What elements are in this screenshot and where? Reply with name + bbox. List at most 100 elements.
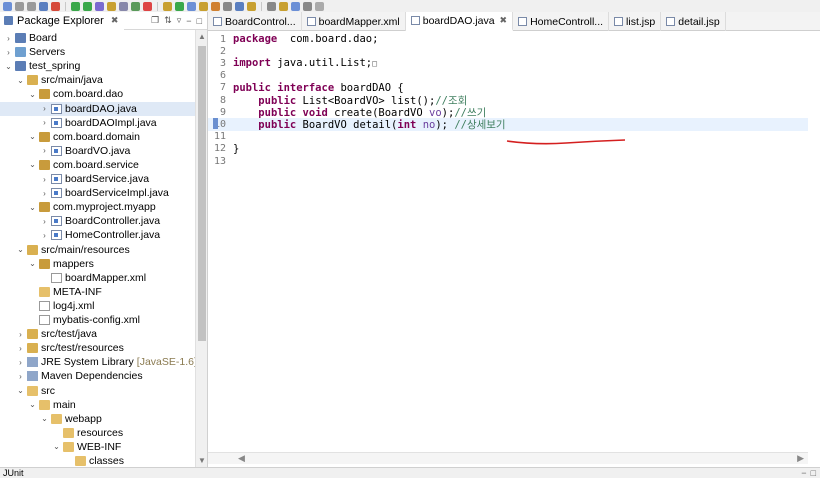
tree-item[interactable]: › Maven Dependencies	[0, 369, 195, 383]
tree-item[interactable]: › Board	[0, 31, 195, 45]
expand-chevron-icon[interactable]: ⌄	[28, 203, 37, 212]
toolbar-tool-icon[interactable]	[39, 1, 48, 11]
tree-item[interactable]: ⌄ src/main/java	[0, 73, 195, 87]
link-editor-icon[interactable]: ⇅	[164, 15, 172, 26]
toolbar-tool-icon[interactable]	[3, 1, 12, 11]
scrollbar-thumb[interactable]	[198, 46, 206, 341]
toolbar-tool-icon[interactable]	[131, 1, 140, 11]
toolbar-tool-icon[interactable]	[223, 1, 232, 11]
scroll-right-icon[interactable]: ▶	[797, 453, 804, 464]
tree-item[interactable]: › BoardVO.java	[0, 144, 195, 158]
toolbar-tool-icon[interactable]	[83, 1, 92, 11]
collapse-chevron-icon[interactable]: ›	[40, 217, 49, 226]
expand-chevron-icon[interactable]: ⌄	[40, 414, 49, 423]
collapse-chevron-icon[interactable]: ›	[16, 372, 25, 381]
tree-item[interactable]: › JRE System Library [JavaSE-1.6]	[0, 355, 195, 369]
editor-tab[interactable]: detail.jsp	[661, 12, 726, 31]
tree-item[interactable]: › boardDAOImpl.java	[0, 116, 195, 130]
minimize-icon[interactable]: −	[186, 16, 191, 26]
junit-tab[interactable]: JUnit	[3, 468, 24, 478]
expand-chevron-icon[interactable]: ⌄	[4, 62, 13, 71]
scroll-left-icon[interactable]: ◀	[238, 453, 245, 464]
tree-item[interactable]: › src/test/java	[0, 327, 195, 341]
tree-item[interactable]: META-INF	[0, 285, 195, 299]
tree-item[interactable]: log4j.xml	[0, 299, 195, 313]
expand-chevron-icon[interactable]: ⌄	[16, 76, 25, 85]
collapse-chevron-icon[interactable]: ›	[40, 146, 49, 155]
tree-item[interactable]: › src/test/resources	[0, 341, 195, 355]
collapse-chevron-icon[interactable]: ›	[16, 344, 25, 353]
close-icon[interactable]: ✖	[111, 15, 119, 26]
toolbar-tool-icon[interactable]	[315, 1, 324, 11]
collapse-chevron-icon[interactable]: ›	[40, 231, 49, 240]
editor-tab[interactable]: HomeControll...	[513, 12, 610, 31]
expand-chevron-icon[interactable]: ⌄	[28, 132, 37, 141]
toolbar-tool-icon[interactable]	[211, 1, 220, 11]
expand-chevron-icon[interactable]: ⌄	[28, 90, 37, 99]
toolbar-tool-icon[interactable]	[247, 1, 256, 11]
toolbar-tool-icon[interactable]	[27, 1, 36, 11]
tree-item[interactable]: › boardService.java	[0, 172, 195, 186]
collapse-chevron-icon[interactable]: ›	[4, 34, 13, 43]
editor-tab[interactable]: list.jsp	[609, 12, 662, 31]
editor-tab[interactable]: BoardControl...	[208, 12, 302, 31]
tree-item[interactable]: ⌄ main	[0, 398, 195, 412]
tree-item[interactable]: resources	[0, 426, 195, 440]
expand-chevron-icon[interactable]: ⌄	[28, 259, 37, 268]
tree-item[interactable]: ⌄ mappers	[0, 257, 195, 271]
expand-chevron-icon[interactable]: ⌄	[28, 160, 37, 169]
explorer-vertical-scrollbar[interactable]: ▲ ▼	[195, 30, 207, 467]
toolbar-tool-icon[interactable]	[107, 1, 116, 11]
toolbar-tool-icon[interactable]	[199, 1, 208, 11]
tree-item[interactable]: boardMapper.xml	[0, 271, 195, 285]
scroll-up-icon[interactable]: ▲	[196, 32, 208, 41]
tree-item[interactable]: › HomeController.java	[0, 228, 195, 242]
tree-item[interactable]: › Servers	[0, 45, 195, 59]
code-area[interactable]: 1 package com.board.dao; 2 3 import java.uti…	[208, 31, 808, 456]
maximize-icon[interactable]: □	[197, 16, 202, 26]
code-line[interactable]: 2	[208, 45, 808, 57]
expand-chevron-icon[interactable]: ⌄	[28, 400, 37, 409]
tree-item[interactable]: ⌄ webapp	[0, 412, 195, 426]
editor-tab[interactable]: boardMapper.xml	[302, 12, 406, 31]
tree-item[interactable]: ⌄ test_spring	[0, 59, 195, 73]
collapse-all-icon[interactable]: ❐	[151, 15, 159, 26]
toolbar-tool-icon[interactable]	[95, 1, 104, 11]
toolbar-tool-icon[interactable]	[279, 1, 288, 11]
tree-item[interactable]: ⌄ src/main/resources	[0, 243, 195, 257]
code-line[interactable]: 6	[208, 70, 808, 82]
toolbar-tool-icon[interactable]	[291, 1, 300, 11]
toolbar-tool-icon[interactable]	[15, 1, 24, 11]
tree-item[interactable]: ⌄ com.board.dao	[0, 87, 195, 101]
toolbar-tool-icon[interactable]	[175, 1, 184, 11]
toolbar-tool-icon[interactable]	[51, 1, 60, 11]
tree-item[interactable]: ⌄ com.board.service	[0, 158, 195, 172]
tree-item[interactable]: mybatis-config.xml	[0, 313, 195, 327]
tree-item[interactable]: ⌄ com.myproject.myapp	[0, 200, 195, 214]
toolbar-tool-icon[interactable]	[303, 1, 312, 11]
collapse-chevron-icon[interactable]: ›	[16, 330, 25, 339]
toolbar-tool-icon[interactable]	[71, 1, 80, 11]
code-line[interactable]: 1 package com.board.dao;	[208, 33, 808, 45]
tree-item[interactable]: › boardDAO.java	[0, 101, 195, 116]
tree-item[interactable]: ⌄ com.board.domain	[0, 130, 195, 144]
maximize-icon[interactable]: □	[811, 468, 816, 478]
toolbar-tool-icon[interactable]	[187, 1, 196, 11]
toolbar-tool-icon[interactable]	[235, 1, 244, 11]
minimize-icon[interactable]: −	[801, 468, 806, 478]
tree-item[interactable]: › boardServiceImpl.java	[0, 186, 195, 200]
toolbar-tool-icon[interactable]	[119, 1, 128, 11]
collapse-chevron-icon[interactable]: ›	[4, 48, 13, 57]
scroll-down-icon[interactable]: ▼	[196, 456, 208, 465]
tree-item[interactable]: › BoardController.java	[0, 214, 195, 228]
expand-chevron-icon[interactable]: ⌄	[16, 245, 25, 254]
code-line[interactable]: 3 import java.util.List;□	[208, 57, 808, 69]
expand-chevron-icon[interactable]: ⌄	[52, 442, 61, 451]
toolbar-tool-icon[interactable]	[163, 1, 172, 11]
code-line[interactable]: 10 public BoardVO detail(int no); //상세보기	[208, 118, 808, 131]
expand-chevron-icon[interactable]: ⌄	[16, 386, 25, 395]
editor-horizontal-scrollbar[interactable]: ◀ ▶	[208, 452, 808, 464]
collapse-chevron-icon[interactable]: ›	[40, 189, 49, 198]
collapse-chevron-icon[interactable]: ›	[40, 104, 49, 113]
toolbar-tool-icon[interactable]	[267, 1, 276, 11]
